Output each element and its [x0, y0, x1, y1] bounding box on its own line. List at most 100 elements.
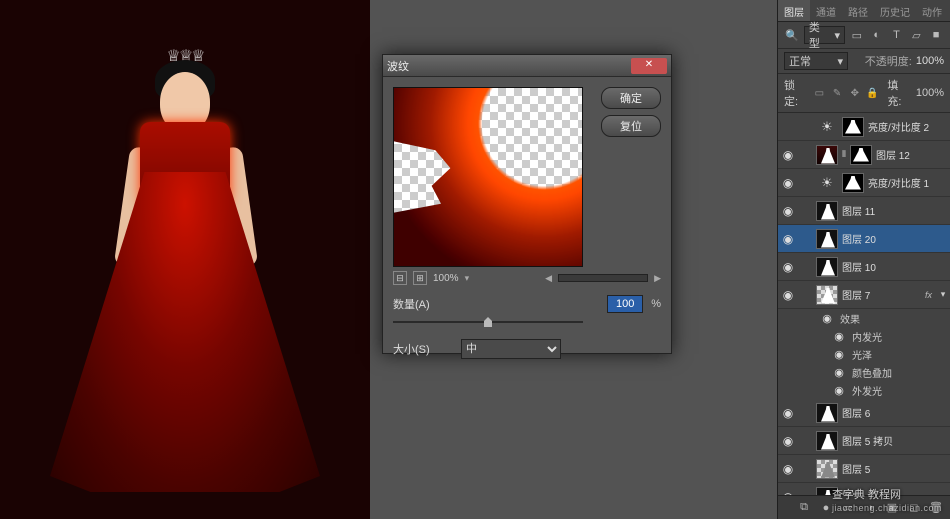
blend-mode-select[interactable]: 正常▾ [784, 52, 848, 70]
layer-thumbnail[interactable] [816, 229, 838, 249]
tab-actions[interactable]: 动作 [916, 0, 948, 21]
dialog-titlebar[interactable]: 波纹 ✕ [383, 55, 671, 77]
visibility-toggle[interactable]: ◉ [780, 434, 796, 448]
lock-position-icon[interactable]: ✥ [848, 86, 862, 100]
filter-shape-icon[interactable]: ▱ [908, 27, 924, 43]
fx-item[interactable]: ◉颜色叠加 [820, 363, 950, 381]
layer-name[interactable]: 图层 7 [842, 287, 921, 302]
layer-name[interactable]: 图层 5 拷贝 [842, 433, 948, 448]
filter-preview[interactable] [393, 87, 583, 267]
canvas-artwork: ♕♕♕ [60, 52, 310, 492]
tab-paths[interactable]: 路径 [842, 0, 874, 21]
reset-button[interactable]: 复位 [601, 115, 661, 137]
ok-button[interactable]: 确定 [601, 87, 661, 109]
amount-input[interactable] [607, 295, 643, 313]
layer-thumbnail[interactable] [816, 285, 838, 305]
fill-label: 填充: [887, 77, 912, 109]
layer-row[interactable]: ◉ 图层 7 fx ▾ [778, 281, 950, 309]
visibility-toggle[interactable]: ◉ [780, 260, 796, 274]
layer-name[interactable]: 图层 5 [842, 461, 948, 476]
layer-thumbnail[interactable] [816, 431, 838, 451]
zoom-in-button[interactable]: ⊞ [413, 271, 427, 285]
layer-row[interactable]: ◉ 图层 20 [778, 225, 950, 253]
canvas[interactable]: ♕♕♕ [0, 0, 370, 519]
lock-pixels-icon[interactable]: ▭ [813, 86, 827, 100]
artwork-skirt [50, 172, 320, 492]
layer-row[interactable]: ◉ 图层 5 [778, 455, 950, 483]
opacity-value[interactable]: 100% [916, 55, 944, 67]
layer-name[interactable]: 图层 20 [842, 231, 948, 246]
filter-type-select[interactable]: 类型▾ [804, 26, 845, 44]
layer-name[interactable]: 图层 12 [876, 147, 948, 162]
fx-visibility-toggle[interactable]: ◉ [832, 384, 846, 397]
fx-badge[interactable]: fx [925, 290, 934, 300]
filter-type-icon[interactable]: T [889, 27, 905, 43]
filter-adjust-icon[interactable]: ◐ [869, 27, 885, 43]
fx-item-label: 外发光 [852, 383, 882, 398]
tab-channels[interactable]: 通道 [810, 0, 842, 21]
lock-all-icon[interactable]: 🔒 [866, 86, 880, 100]
lock-brush-icon[interactable]: ✎ [830, 86, 844, 100]
layer-row[interactable]: ◉☀亮度/对比度 2 [778, 113, 950, 141]
visibility-toggle[interactable]: ◉ [780, 148, 796, 162]
filter-pixel-icon[interactable]: ▭ [849, 27, 865, 43]
layer-name[interactable]: 亮度/对比度 1 [868, 175, 948, 190]
layer-row[interactable]: ◉ 图层 11 [778, 197, 950, 225]
watermark-sub: jiaocheng.chazidian.com [832, 503, 942, 513]
layer-name[interactable]: 图层 11 [842, 203, 948, 218]
filter-smart-icon[interactable]: ■ [928, 27, 944, 43]
zoom-out-button[interactable]: ⊟ [393, 271, 407, 285]
layer-name[interactable]: 亮度/对比度 2 [868, 119, 948, 134]
layer-row[interactable]: ◉ ⦀ 图层 12 [778, 141, 950, 169]
fx-visibility-toggle[interactable]: ◉ [832, 348, 846, 361]
opacity-label: 不透明度: [865, 53, 912, 69]
layer-mask-thumbnail[interactable] [842, 173, 864, 193]
layer-thumbnail[interactable] [816, 257, 838, 277]
layer-mask-thumbnail[interactable] [842, 117, 864, 137]
layer-thumbnail[interactable] [816, 201, 838, 221]
layer-thumbnail[interactable] [816, 145, 838, 165]
dialog-title: 波纹 [387, 58, 631, 74]
layer-thumbnail[interactable] [816, 403, 838, 423]
link-layers-icon[interactable]: ⧉ [796, 500, 812, 516]
scroll-right-icon[interactable]: ▶ [654, 273, 661, 284]
amount-slider[interactable] [393, 315, 583, 329]
fx-visibility-toggle[interactable]: ◉ [832, 366, 846, 379]
slider-thumb[interactable] [484, 317, 492, 327]
watermark: 查字典 教程网 jiaocheng.chazidian.com [832, 485, 942, 513]
close-icon[interactable]: ✕ [631, 58, 667, 74]
visibility-toggle[interactable]: ◉ [780, 176, 796, 190]
layer-row[interactable]: ◉☀亮度/对比度 1 [778, 169, 950, 197]
fill-value[interactable]: 100% [916, 87, 944, 99]
fx-visibility-toggle[interactable]: ◉ [832, 330, 846, 343]
layer-row[interactable]: ◉ 图层 10 [778, 253, 950, 281]
link-icon[interactable]: ⦀ [842, 149, 846, 160]
visibility-toggle[interactable]: ◉ [780, 232, 796, 246]
visibility-toggle[interactable]: ◉ [780, 120, 796, 134]
scroll-left-icon[interactable]: ◀ [545, 273, 552, 284]
fx-item[interactable]: ◉光泽 [820, 345, 950, 363]
layer-row[interactable]: ◉ 图层 6 [778, 399, 950, 427]
fx-item[interactable]: ◉ 外发光 [820, 381, 950, 399]
search-icon[interactable]: 🔍 [784, 27, 800, 43]
layer-mask-thumbnail[interactable] [850, 145, 872, 165]
layer-name[interactable]: 图层 10 [842, 259, 948, 274]
size-label: 大小(S) [393, 341, 453, 357]
fx-item[interactable]: ◉内发光 [820, 327, 950, 345]
preview-scrollbar[interactable] [558, 274, 648, 282]
layer-row[interactable]: ◉ 图层 5 拷贝 [778, 427, 950, 455]
tab-layers[interactable]: 图层 [778, 0, 810, 21]
size-select[interactable]: 中 [461, 339, 561, 359]
amount-unit: % [651, 298, 661, 310]
fx-disclosure-icon[interactable]: ▾ [938, 289, 948, 300]
visibility-toggle[interactable]: ◉ [780, 288, 796, 302]
chevron-down-icon[interactable]: ▾ [465, 273, 470, 284]
tab-history[interactable]: 历史记 [874, 0, 916, 21]
layer-thumbnail[interactable] [816, 459, 838, 479]
visibility-toggle[interactable]: ◉ [780, 204, 796, 218]
visibility-toggle[interactable]: ◉ [780, 406, 796, 420]
fx-visibility-toggle[interactable]: ◉ [820, 312, 834, 325]
visibility-toggle[interactable]: ◉ [780, 462, 796, 476]
fx-header-label: 效果 [840, 311, 860, 326]
layer-name[interactable]: 图层 6 [842, 405, 948, 420]
